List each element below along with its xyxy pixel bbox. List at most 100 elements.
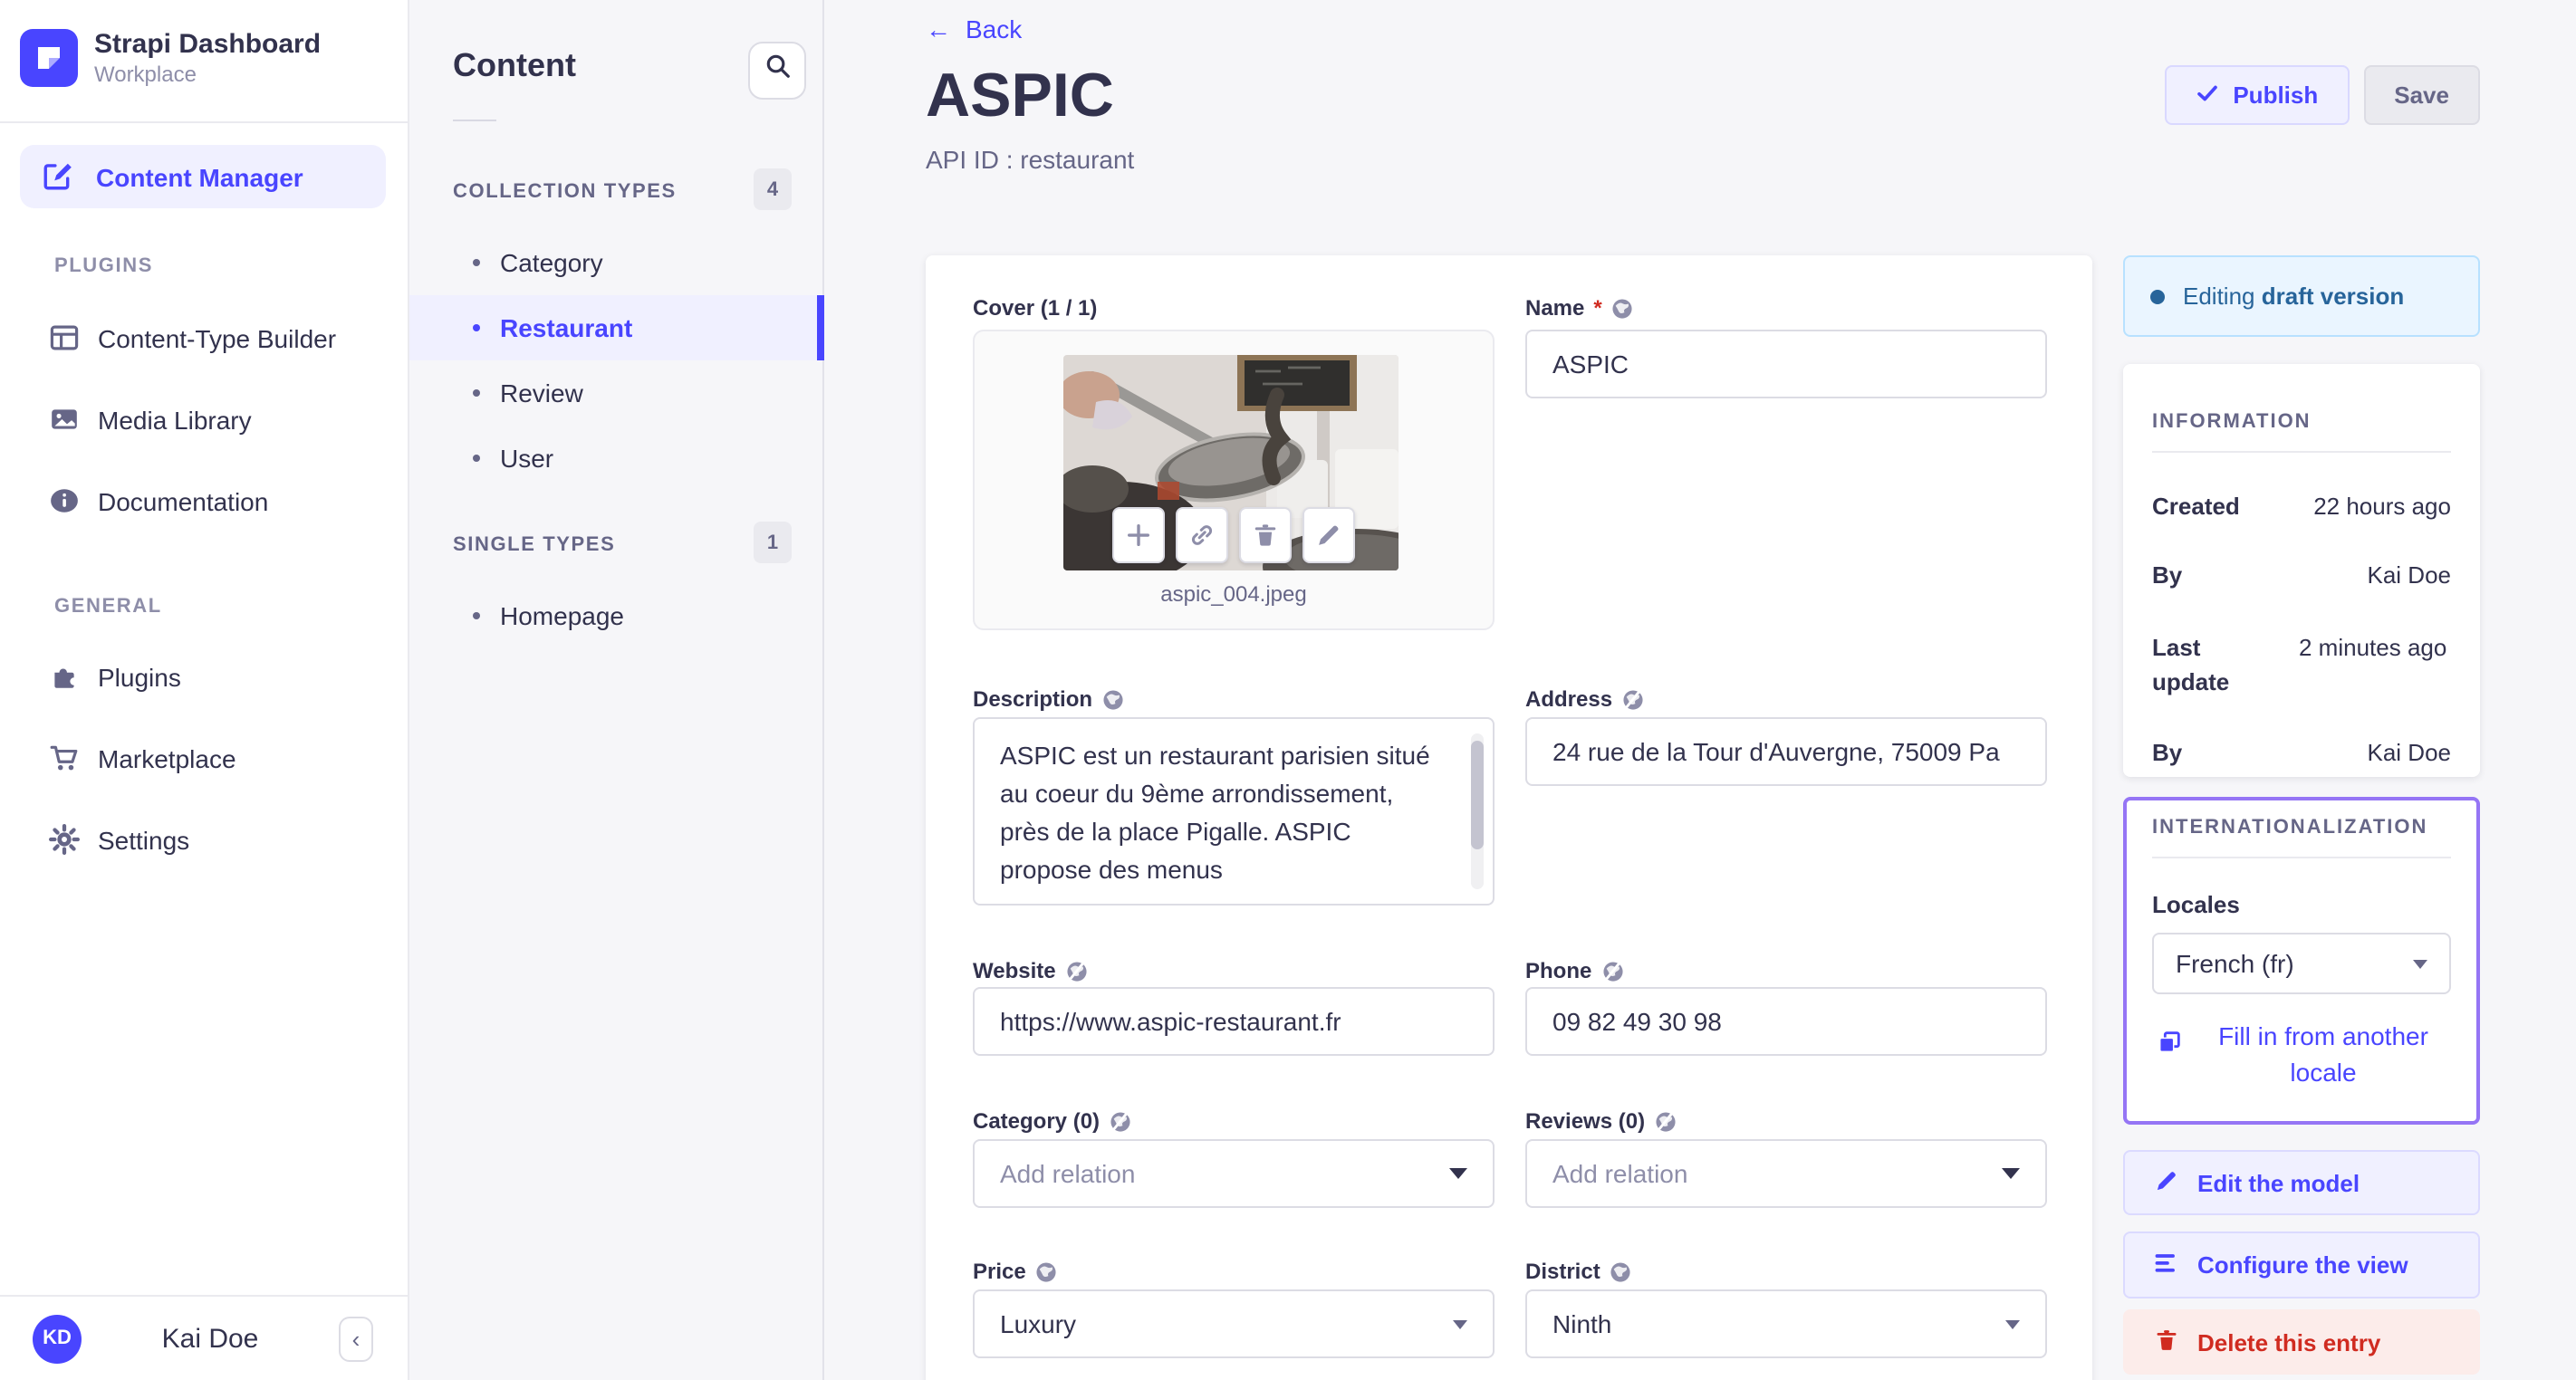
sidebar-item-marketplace[interactable]: Marketplace (0, 717, 408, 799)
subnav-item-category[interactable]: Category (409, 230, 822, 295)
collection-types-header: COLLECTION TYPES (453, 181, 677, 203)
subnav-item-restaurant[interactable]: Restaurant (409, 295, 824, 360)
price-select[interactable]: Luxury (973, 1289, 1495, 1358)
workspace-name: Workplace (94, 62, 197, 87)
info-row-updated-by: By Kai Doe (2152, 739, 2451, 766)
sidebar-item-label: Plugins (98, 662, 181, 691)
fill-from-locale-link[interactable]: Fill in from another locale (2152, 1018, 2451, 1090)
search-button[interactable] (748, 42, 806, 100)
avatar[interactable]: KD (33, 1314, 82, 1363)
required-asterisk: * (1593, 295, 1602, 321)
sidebar-footer: KD Kai Doe ‹ (0, 1297, 408, 1380)
info-label: By (2152, 739, 2183, 766)
info-icon (49, 485, 80, 516)
copy-icon (2156, 1029, 2183, 1065)
chevron-down-icon (1453, 1319, 1467, 1328)
sidebar-item-content-type-builder[interactable]: Content-Type Builder (0, 297, 408, 379)
locales-label: Locales (2152, 891, 2240, 918)
info-value: 2 minutes ago (2299, 634, 2447, 661)
locale-select[interactable]: French (fr) (2152, 933, 2451, 994)
address-input[interactable] (1525, 717, 2047, 786)
website-input[interactable] (973, 987, 1495, 1056)
sidebar-item-label: Settings (98, 825, 190, 854)
add-media-button[interactable] (1112, 507, 1165, 563)
status-dot-icon (2150, 289, 2165, 303)
trash-icon (2154, 1327, 2179, 1357)
description-textarea[interactable]: ASPIC est un restaurant parisien situé a… (973, 717, 1495, 906)
strapi-logo-icon (20, 29, 78, 87)
sidebar-item-media-library[interactable]: Media Library (0, 379, 408, 460)
relation-placeholder: Add relation (1000, 1159, 1136, 1188)
info-label: Created (2152, 493, 2240, 520)
name-input[interactable] (1525, 330, 2047, 398)
subnav-item-user[interactable]: User (409, 426, 822, 491)
price-value: Luxury (1000, 1309, 1077, 1338)
sidebar-item-content-manager[interactable]: Content Manager (20, 145, 386, 208)
subnav-item-label: Homepage (500, 601, 624, 630)
list-settings-icon (2154, 1250, 2179, 1280)
globe-icon (1103, 689, 1123, 709)
subnav-item-homepage[interactable]: Homepage (409, 583, 822, 648)
sidebar-item-documentation[interactable]: Documentation (0, 460, 408, 541)
description-text: ASPIC est un restaurant parisien situé a… (1000, 741, 1430, 884)
back-link[interactable]: ← Back (926, 14, 1022, 43)
search-icon (764, 53, 791, 89)
feather-edit-icon (42, 161, 72, 192)
subnav-item-label: User (500, 444, 554, 473)
sidebar-item-plugins[interactable]: Plugins (0, 636, 408, 717)
district-select[interactable]: Ninth (1525, 1289, 2047, 1358)
edit-media-button[interactable] (1302, 507, 1355, 563)
globe-icon (1037, 1261, 1057, 1281)
description-label-text: Description (973, 686, 1093, 712)
fill-from-locale-label: Fill in from another locale (2218, 1021, 2428, 1087)
panel-divider (2152, 857, 2451, 858)
chevron-down-icon (2002, 1168, 2020, 1179)
district-label-text: District (1525, 1259, 1600, 1284)
cover-label-text: Cover (1 / 1) (973, 295, 1098, 321)
sidebar-item-label: Content-Type Builder (98, 323, 337, 352)
category-label-text: Category (0) (973, 1108, 1101, 1134)
bullet-icon (473, 612, 480, 619)
edit-model-button[interactable]: Edit the model (2123, 1150, 2480, 1215)
address-field-label: Address (1525, 686, 1645, 712)
delete-entry-button[interactable]: Delete this entry (2123, 1309, 2480, 1375)
information-card: INFORMATION Created 22 hours ago By Kai … (2123, 364, 2480, 777)
reviews-relation-select[interactable]: Add relation (1525, 1139, 2047, 1208)
save-button[interactable]: Save (2363, 65, 2480, 125)
link-icon (1191, 525, 1213, 545)
copy-link-button[interactable] (1176, 507, 1228, 563)
workspace-logo-row[interactable]: Strapi Dashboard Workplace (20, 29, 321, 87)
collapse-sidebar-button[interactable]: ‹ (339, 1316, 373, 1361)
pencil-icon (1319, 525, 1339, 545)
subnav-divider (453, 120, 496, 121)
globe-crossed-icon (1602, 961, 1622, 981)
sidebar-item-label: Media Library (98, 405, 252, 434)
configure-view-button[interactable]: Configure the view (2123, 1231, 2480, 1299)
info-value: 22 hours ago (2313, 493, 2451, 520)
textarea-scrollbar-thumb[interactable] (1471, 741, 1484, 849)
subnav-item-review[interactable]: Review (409, 360, 822, 426)
back-arrow-icon: ← (926, 14, 951, 43)
publish-button[interactable]: Publish (2164, 65, 2350, 125)
delete-media-button[interactable] (1239, 507, 1292, 563)
trash-icon (1254, 524, 1276, 546)
phone-field-label: Phone (1525, 958, 1624, 983)
page-title: ASPIC (926, 62, 1114, 130)
sidebar-item-settings[interactable]: Settings (0, 799, 408, 880)
save-label: Save (2394, 81, 2449, 109)
globe-icon (1613, 298, 1633, 318)
cover-field-label: Cover (1 / 1) (973, 295, 1097, 321)
phone-input[interactable] (1525, 987, 2047, 1056)
sidebar-divider (0, 121, 408, 123)
app-title: Strapi Dashboard (94, 29, 322, 60)
description-field-label: Description (973, 686, 1125, 712)
edit-form-card: Cover (1 / 1) aspic_004.jpeg Name * ASPI… (926, 255, 2092, 1380)
subnav-item-label: Review (500, 379, 583, 407)
chevron-down-icon (1449, 1168, 1467, 1179)
edit-model-label: Edit the model (2197, 1169, 2360, 1196)
content-subnav: Content COLLECTION TYPES 4 Category Rest… (409, 0, 824, 1380)
publish-label: Publish (2233, 81, 2319, 109)
category-relation-select[interactable]: Add relation (973, 1139, 1495, 1208)
configure-view-label: Configure the view (2197, 1251, 2408, 1279)
single-types-count: 1 (754, 522, 792, 563)
